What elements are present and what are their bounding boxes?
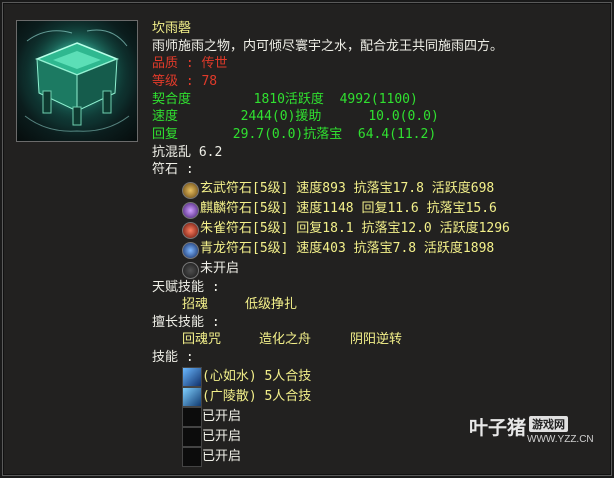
rune-item[interactable]: 青龙符石[5级] 速度403 抗落宝7.8 活跃度1898 bbox=[200, 240, 494, 258]
talent-skill[interactable]: 低级挣扎 bbox=[245, 296, 297, 314]
watermark-brand: 叶子猪 bbox=[469, 418, 527, 439]
qilin-rune-icon bbox=[182, 202, 199, 219]
rune-slot-locked[interactable]: 未开启 bbox=[200, 260, 239, 278]
xuanwu-rune-icon bbox=[182, 182, 199, 199]
watermark-url: WWW.YZZ.CN bbox=[527, 434, 594, 445]
locked-rune-icon bbox=[182, 262, 199, 279]
item-artifact-icon bbox=[16, 20, 138, 142]
specialty-header: 擅长技能 : bbox=[152, 315, 220, 330]
talent-skill[interactable]: 招魂 bbox=[182, 296, 208, 314]
rune-item[interactable]: 朱雀符石[5级] 回复18.1 抗落宝12.0 活跃度1296 bbox=[200, 220, 510, 238]
item-level: 等级 : 78 bbox=[152, 74, 218, 89]
empty-skill-slot-icon bbox=[182, 427, 202, 447]
xinrushui-skill-icon bbox=[182, 367, 202, 387]
rune-name: 麒麟符石[5级] bbox=[200, 201, 289, 216]
rune-stats: 速度1148 回复11.6 抗落宝15.6 bbox=[288, 201, 497, 216]
specialty-skill[interactable]: 造化之舟 bbox=[259, 331, 311, 349]
watermark-badge: 游戏网 bbox=[529, 416, 568, 432]
rune-name: 青龙符石[5级] bbox=[200, 241, 289, 256]
skill-item[interactable]: (心如水) 5人合技 bbox=[202, 368, 311, 386]
rune-stats: 速度893 抗落宝17.8 活跃度698 bbox=[288, 181, 495, 196]
skills-header: 技能 : bbox=[152, 350, 194, 365]
empty-skill-slot-icon bbox=[182, 447, 202, 467]
specialty-skill[interactable]: 阴阳逆转 bbox=[350, 331, 402, 349]
empty-skill-slot-icon bbox=[182, 407, 202, 427]
item-tooltip-panel: 坎雨磬 雨师施雨之物，内可倾尽寰宇之水，配合龙王共同施雨四方。 品质 : 传世 … bbox=[2, 2, 612, 476]
rune-item[interactable]: 麒麟符石[5级] 速度1148 回复11.6 抗落宝15.6 bbox=[200, 200, 497, 218]
rune-item[interactable]: 玄武符石[5级] 速度893 抗落宝17.8 活跃度698 bbox=[200, 180, 494, 198]
stat-line: 回复 29.7(0.0)抗落宝 64.4(11.2) bbox=[152, 127, 437, 142]
skill-item[interactable]: (广陵散) 5人合技 bbox=[202, 388, 311, 406]
talent-header: 天赋技能 : bbox=[152, 280, 220, 295]
guanglingsan-skill-icon bbox=[182, 387, 202, 407]
zhuque-rune-icon bbox=[182, 222, 199, 239]
item-description: 雨师施雨之物，内可倾尽寰宇之水，配合龙王共同施雨四方。 bbox=[152, 39, 504, 54]
runes-header: 符石 : bbox=[152, 162, 194, 177]
skill-slot-open[interactable]: 已开启 bbox=[202, 428, 241, 446]
stat-line: 契合度 1810活跃度 4992(1100) bbox=[152, 92, 418, 107]
rune-name: 玄武符石[5级] bbox=[200, 181, 289, 196]
rune-stats: 速度403 抗落宝7.8 活跃度1898 bbox=[288, 241, 495, 256]
skill-slot-open[interactable]: 已开启 bbox=[202, 408, 241, 426]
item-quality: 品质 : 传世 bbox=[152, 56, 228, 71]
skill-slot-open[interactable]: 已开启 bbox=[202, 448, 241, 466]
stat-line: 速度 2444(0)援助 10.0(0.0) bbox=[152, 109, 439, 124]
rune-name: 朱雀符石[5级] bbox=[200, 221, 289, 236]
item-name: 坎雨磬 bbox=[152, 21, 192, 36]
specialty-skill[interactable]: 回魂咒 bbox=[182, 331, 221, 349]
stat-line: 抗混乱 6.2 bbox=[152, 145, 223, 160]
qinglong-rune-icon bbox=[182, 242, 199, 259]
site-watermark-logo: 叶子猪 游戏网 WWW.YZZ.CN bbox=[469, 413, 609, 447]
rune-stats: 回复18.1 抗落宝12.0 活跃度1296 bbox=[288, 221, 510, 236]
